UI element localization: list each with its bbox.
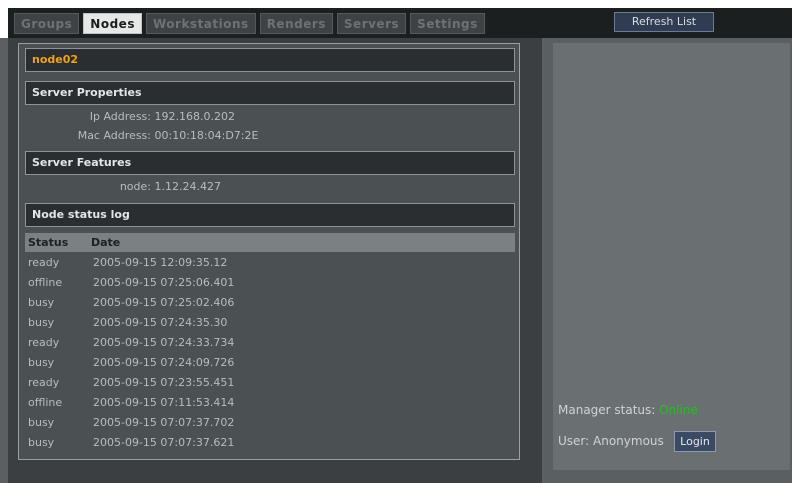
row-status: ready (28, 256, 60, 269)
node-version-value: 1.12.24.427 (154, 180, 221, 193)
tab-settings[interactable]: Settings (410, 13, 485, 34)
row-date: 2005-09-15 07:24:33.734 (93, 336, 235, 349)
table-row[interactable]: offline 2005-09-15 07:25:06.401 (25, 273, 515, 293)
ip-address-value: 192.168.0.202 (154, 110, 235, 123)
status-log-table-header: Status Date (25, 233, 515, 252)
table-row[interactable]: ready 2005-09-15 07:24:33.734 (25, 333, 515, 353)
node-details-panel: node02 Server Properties Ip Address: 192… (18, 43, 520, 460)
row-status: ready (28, 376, 60, 389)
row-date: 2005-09-15 07:11:53.414 (93, 396, 235, 409)
row-date: 2005-09-15 07:25:06.401 (93, 276, 235, 289)
row-date: 2005-09-15 07:25:02.406 (93, 296, 235, 309)
tab-renders[interactable]: Renders (259, 13, 333, 34)
date-column-header: Date (91, 236, 121, 249)
ip-address-label: Ip Address: (89, 110, 151, 123)
table-row[interactable]: busy 2005-09-15 07:24:09.726 (25, 353, 515, 373)
node-version-row: node: 1.12.24.427 (59, 180, 221, 193)
row-date: 2005-09-15 07:24:35.30 (93, 316, 228, 329)
row-status: offline (28, 276, 63, 289)
tab-workstations[interactable]: Workstations (145, 13, 256, 34)
manager-status-value: Online (659, 403, 698, 417)
server-properties-header: Server Properties (25, 81, 515, 105)
table-row[interactable]: offline 2005-09-15 07:11:53.414 (25, 393, 515, 413)
row-date: 2005-09-15 07:07:37.621 (93, 436, 235, 449)
login-button[interactable]: Login (674, 431, 716, 452)
table-row[interactable]: ready 2005-09-15 12:09:35.12 (25, 253, 515, 273)
ip-address-row: Ip Address: 192.168.0.202 (59, 110, 235, 123)
mac-address-label: Mac Address: (77, 129, 151, 142)
row-status: offline (28, 396, 63, 409)
table-row[interactable]: busy 2005-09-15 07:07:37.621 (25, 433, 515, 453)
tab-list: Groups Nodes Workstations Renders Server… (14, 13, 485, 34)
manager-status: Manager status: Online (558, 403, 698, 417)
row-status: busy (28, 416, 55, 429)
user-name: Anonymous (593, 434, 664, 448)
row-status: busy (28, 356, 55, 369)
tab-nodes[interactable]: Nodes (83, 13, 142, 34)
mac-address-row: Mac Address: 00:10:18:04:D7:2E (59, 129, 259, 142)
row-date: 2005-09-15 12:09:35.12 (93, 256, 228, 269)
status-log-header: Node status log (25, 203, 515, 227)
row-date: 2005-09-15 07:24:09.726 (93, 356, 235, 369)
server-features-header: Server Features (25, 151, 515, 175)
tab-servers[interactable]: Servers (336, 13, 407, 34)
user-info: User: Anonymous (558, 434, 664, 448)
row-status: ready (28, 336, 60, 349)
table-row[interactable]: busy 2005-09-15 07:24:35.30 (25, 313, 515, 333)
row-status: busy (28, 296, 55, 309)
table-row[interactable]: ready 2005-09-15 07:23:55.451 (25, 373, 515, 393)
row-status: busy (28, 436, 55, 449)
manager-status-label: Manager status: (558, 403, 656, 417)
row-date: 2005-09-15 07:07:37.702 (93, 416, 235, 429)
mac-address-value: 00:10:18:04:D7:2E (154, 129, 259, 142)
table-row[interactable]: busy 2005-09-15 07:25:02.406 (25, 293, 515, 313)
row-date: 2005-09-15 07:23:55.451 (93, 376, 235, 389)
tab-groups[interactable]: Groups (14, 13, 80, 34)
status-column-header: Status (28, 236, 69, 249)
node-name-header: node02 (25, 48, 515, 72)
row-status: busy (28, 316, 55, 329)
node-version-label: node: (119, 180, 151, 193)
user-label: User: (558, 434, 590, 448)
refresh-list-button[interactable]: Refresh List (614, 12, 714, 32)
table-row[interactable]: busy 2005-09-15 07:07:37.702 (25, 413, 515, 433)
